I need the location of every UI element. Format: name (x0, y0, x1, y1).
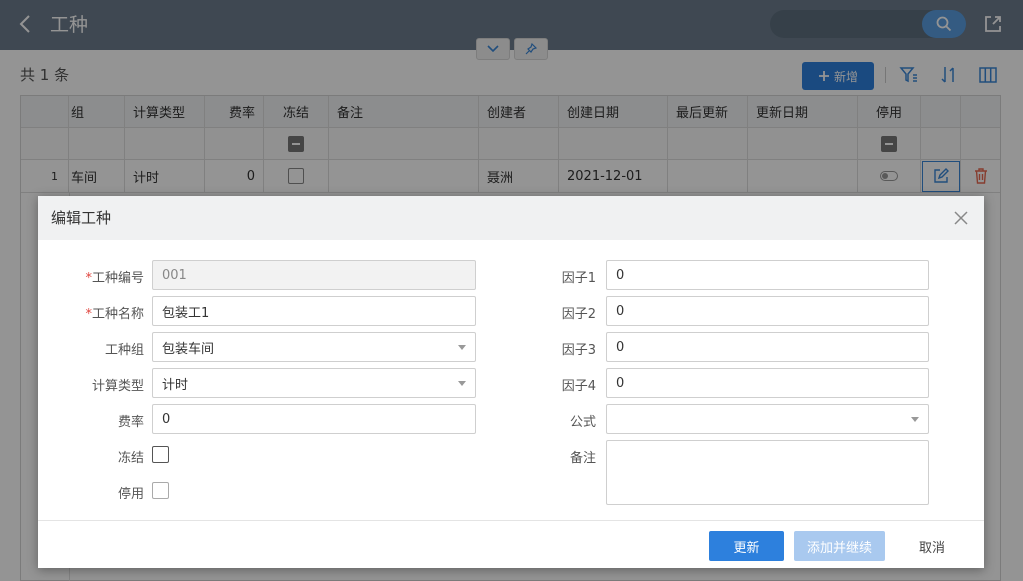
calc-type-select[interactable]: 计时 (152, 368, 476, 398)
code-field: 001 (152, 260, 476, 290)
cancel-button[interactable]: 取消 (900, 531, 964, 561)
group-select-value: 包装车间 (162, 341, 215, 357)
name-label: *工种名称 (85, 307, 144, 322)
caret-down-icon (458, 381, 466, 386)
formula-label: 公式 (569, 415, 596, 430)
factor4-field[interactable]: 0 (606, 368, 929, 398)
rate-field[interactable]: 0 (152, 404, 476, 434)
calc-type-label: 计算类型 (91, 379, 144, 394)
dialog-header: 编辑工种 (38, 196, 984, 240)
frozen-checkbox[interactable] (152, 446, 169, 463)
factor2-field[interactable]: 0 (606, 296, 929, 326)
group-select[interactable]: 包装车间 (152, 332, 476, 362)
rate-label: 费率 (117, 415, 144, 430)
name-field[interactable]: 包装工1 (152, 296, 476, 326)
caret-down-icon (458, 345, 466, 350)
note-textarea[interactable] (606, 440, 929, 505)
factor2-label: 因子2 (561, 307, 596, 322)
calc-type-select-value: 计时 (162, 377, 189, 393)
disabled-label: 停用 (117, 487, 144, 502)
dialog-title: 编辑工种 (51, 209, 112, 227)
code-label: *工种编号 (85, 271, 144, 286)
disabled-checkbox[interactable] (152, 482, 169, 499)
note-label: 备注 (569, 451, 596, 466)
factor1-field[interactable]: 0 (606, 260, 929, 290)
formula-select[interactable] (606, 404, 929, 434)
caret-down-icon (911, 417, 919, 422)
dialog-footer: 更新 添加并继续 取消 (38, 520, 984, 568)
factor3-label: 因子3 (561, 343, 596, 358)
factor3-field[interactable]: 0 (606, 332, 929, 362)
frozen-label: 冻结 (117, 451, 144, 466)
factor4-label: 因子4 (561, 379, 596, 394)
update-button[interactable]: 更新 (709, 531, 784, 561)
add-continue-button[interactable]: 添加并继续 (794, 531, 885, 561)
group-label: 工种组 (104, 343, 144, 358)
close-icon[interactable] (952, 209, 970, 227)
edit-dialog: 编辑工种 *工种编号 001 *工种名称 包装工1 工种组 包装车间 计算类型 … (38, 196, 984, 568)
factor1-label: 因子1 (561, 271, 596, 286)
